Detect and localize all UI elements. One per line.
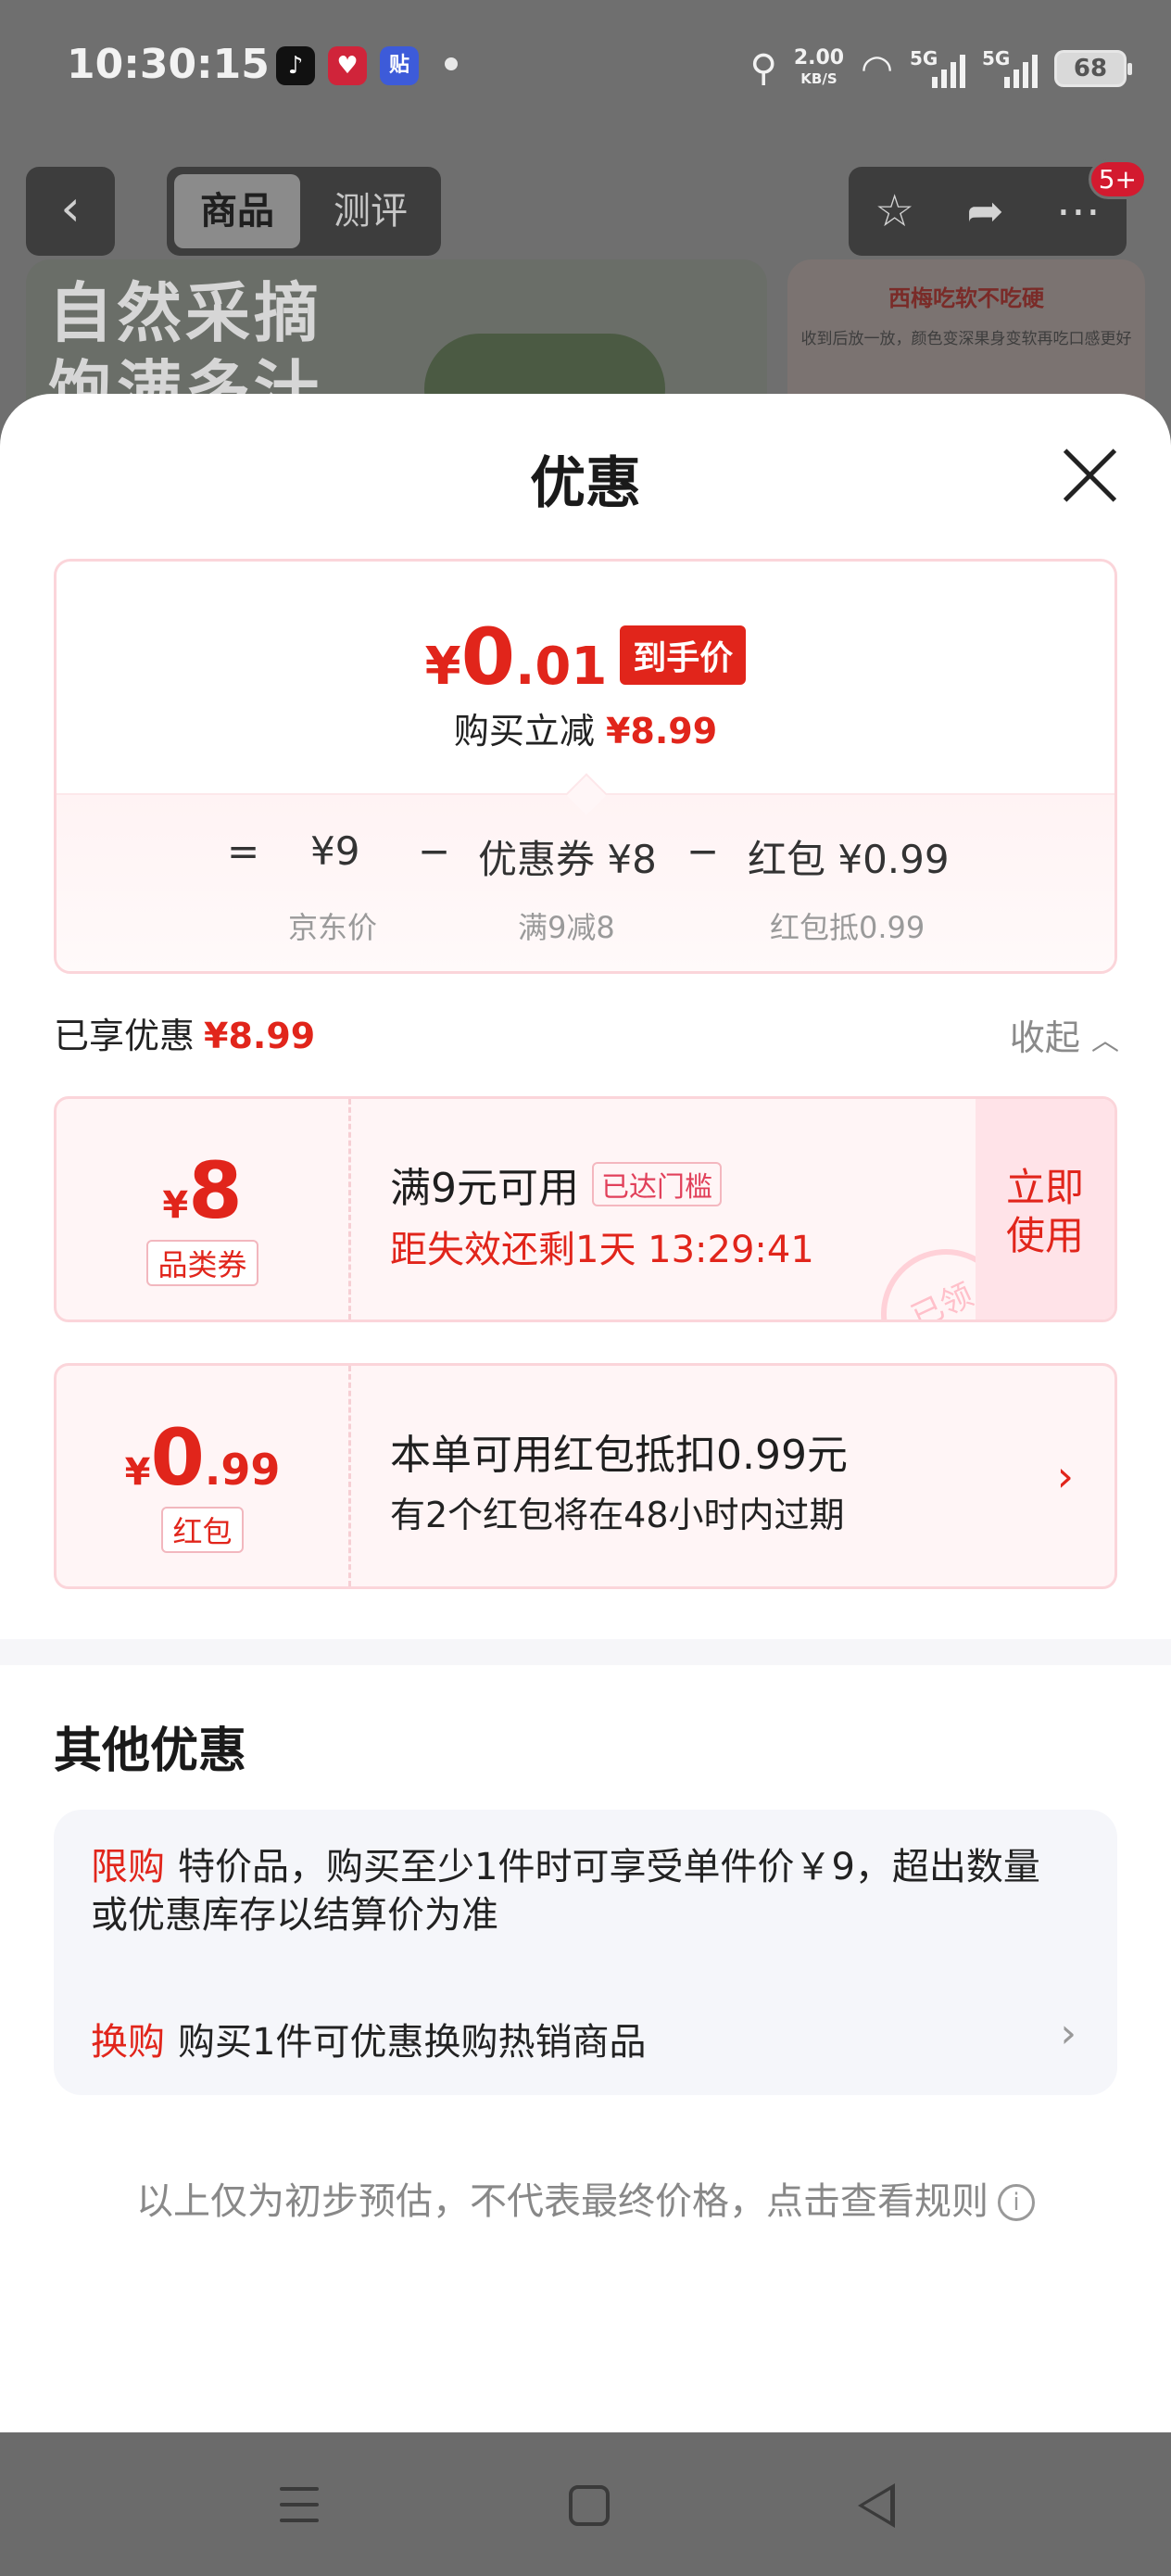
chevron-up-icon: ︿ — [1091, 1025, 1119, 1057]
formula-redpack-label: 红包抵0.99 — [770, 910, 925, 945]
side-card-subtitle: 收到后放一放，颜色变深果身变软再吃口感更好 — [800, 330, 1132, 348]
reduce-label: 购买立减 — [453, 711, 595, 751]
other-discounts-title: 其他优惠 — [54, 1724, 247, 1779]
sheet-title: 优惠 — [530, 451, 641, 516]
chevron-right-icon: › — [1056, 1451, 1074, 1501]
wifi-icon: ◠ — [861, 47, 893, 90]
final-price: ¥0.01 到手价 — [57, 612, 1114, 702]
product-top-nav: ‹ 商品 测评 ☆ ➦ ⋯ 5+ — [0, 159, 1171, 256]
redpack-amount-int: 0 — [150, 1412, 205, 1503]
formula-minus-2: − — [686, 828, 720, 874]
discount-sheet: 优惠 ¥0.01 到手价 购买立减 ¥8.99 = ¥9 − 优惠券 ¥8 − 红… — [0, 394, 1171, 2432]
side-card-title: 西梅吃软不吃硬 — [888, 285, 1044, 311]
close-icon[interactable] — [1060, 446, 1119, 505]
formula-jd-price: ¥9 — [310, 828, 360, 874]
enjoyed-discount: 已享优惠 ¥8.99 — [54, 1007, 315, 1058]
threshold-badge: 已达门槛 — [592, 1162, 722, 1206]
battery-icon: 68 — [1054, 50, 1132, 87]
toolbar: ☆ ➦ ⋯ 5+ — [849, 159, 1147, 256]
formula-coupon-label: 满9减8 — [518, 910, 615, 945]
page-tabs: 商品 测评 — [167, 167, 441, 256]
other-discounts-box: 限购 特价品，购买至少1件时可享受单件价￥9，超出数量或优惠库存以结算价为准 换购… — [54, 1810, 1117, 2095]
chevron-right-icon: › — [1060, 2010, 1077, 2057]
chevron-left-icon: ‹ — [60, 179, 81, 237]
app-paste-icon: 贴 — [380, 46, 419, 85]
signal-1-icon: 5G — [910, 47, 965, 90]
redpack-yen: ¥ — [124, 1451, 151, 1494]
final-price-tag: 到手价 — [620, 625, 747, 685]
speed-value: 2.00 — [793, 46, 845, 69]
notification-dot — [445, 57, 458, 70]
coupon-amount-value: 8 — [188, 1145, 243, 1236]
coupon-title: 满9元可用 — [390, 1165, 579, 1212]
tab-goods[interactable]: 商品 — [174, 174, 300, 248]
system-nav-bar — [0, 2433, 1171, 2576]
coupon-amount: ¥8 — [57, 1145, 348, 1236]
home-icon[interactable] — [569, 2485, 610, 2526]
collapse-button[interactable]: 收起 ︿ — [1010, 1009, 1119, 1060]
collapse-label: 收起 — [1009, 1017, 1080, 1058]
star-icon[interactable]: ☆ — [875, 185, 914, 237]
price-formula: = ¥9 − 优惠券 ¥8 − 红包 ¥0.99 京东价 满9减8 红包抵0.9… — [57, 793, 1114, 971]
price-summary-card: ¥0.01 到手价 购买立减 ¥8.99 = ¥9 − 优惠券 ¥8 − 红包 ¥… — [54, 559, 1117, 974]
swap-tag: 换购 — [91, 2021, 165, 2064]
status-time: 10:30:15 — [67, 41, 270, 88]
app-heart-icon: ♥ — [328, 46, 367, 85]
limit-tag: 限购 — [91, 1846, 165, 1888]
banner-line-1: 自然采摘 — [48, 275, 322, 351]
message-badge: 5+ — [1088, 159, 1147, 199]
reduce-value: ¥8.99 — [605, 711, 718, 751]
use-now-button[interactable]: 立即 使用 — [976, 1099, 1114, 1320]
redpack-title: 本单可用红包抵扣0.99元 — [390, 1432, 848, 1479]
coupon-type-tag: 品类券 — [146, 1240, 258, 1286]
redpack-amount: ¥0.99 — [57, 1412, 348, 1503]
formula-jd-price-label: 京东价 — [288, 910, 378, 945]
category-coupon[interactable]: ¥8 品类券 满9元可用 已达门槛 距失效还剩1天 13:29:41 已领 立即 … — [54, 1096, 1117, 1322]
section-divider — [0, 1639, 1171, 1665]
formula-minus-1: − — [418, 828, 451, 874]
final-price-dec: .01 — [515, 637, 608, 697]
tab-review[interactable]: 测评 — [308, 174, 434, 248]
coupon-countdown: 距失效还剩1天 13:29:41 — [390, 1229, 814, 1271]
tiktok-icon: ♪ — [276, 46, 315, 85]
signal-2-icon: 5G — [982, 47, 1038, 90]
network-speed: 2.00 KB/S — [794, 48, 844, 89]
recent-apps-icon[interactable] — [280, 2487, 319, 2524]
location-icon: ⚲ — [749, 47, 777, 90]
swap-text: 购买1件可优惠换购热销商品 — [178, 2021, 647, 2064]
info-icon: i — [998, 2184, 1035, 2221]
red-packet-card[interactable]: ¥0.99 红包 本单可用红包抵扣0.99元 有2个红包将在48小时内过期 › — [54, 1363, 1117, 1589]
rules-note[interactable]: 以上仅为初步预估，不代表最终价格，点击查看规则 i — [0, 2171, 1171, 2225]
formula-redpack: 红包 ¥0.99 — [748, 837, 950, 882]
coupon-yen: ¥ — [162, 1184, 189, 1227]
formula-equals: = — [227, 828, 260, 874]
redpack-amount-dec: .99 — [204, 1445, 281, 1495]
back-triangle-icon[interactable] — [858, 2483, 895, 2528]
final-price-yen: ¥ — [424, 637, 461, 697]
back-button[interactable]: ‹ — [26, 167, 115, 256]
formula-coupon: 优惠券 ¥8 — [478, 837, 657, 882]
enjoyed-label: 已享优惠 — [54, 1016, 195, 1056]
reduce-line: 购买立减 ¥8.99 — [57, 702, 1114, 753]
share-icon[interactable]: ➦ — [966, 185, 1003, 237]
status-bar: 10:30:15 ♪ ♥ 贴 ⚲ 2.00 KB/S ◠ 5G 5G 68 — [0, 0, 1171, 139]
redpack-subtitle: 有2个红包将在48小时内过期 — [390, 1495, 845, 1535]
use-now-line-1: 立即 — [1005, 1165, 1084, 1210]
redpack-type-tag: 红包 — [161, 1507, 244, 1553]
limit-text: 特价品，购买至少1件时可享受单件价￥9，超出数量或优惠库存以结算价为准 — [91, 1846, 1040, 1937]
swap-purchase-row[interactable]: 换购 购买1件可优惠换购热销商品 — [91, 2012, 646, 2065]
limit-purchase-row: 限购 特价品，购买至少1件时可享受单件价￥9，超出数量或优惠库存以结算价为准 — [91, 1843, 1054, 1939]
final-price-int: 0 — [460, 612, 516, 702]
use-now-line-2: 使用 — [1005, 1213, 1084, 1258]
rules-note-text: 以上仅为初步预估，不代表最终价格，点击查看规则 — [136, 2180, 988, 2223]
enjoyed-value: ¥8.99 — [204, 1016, 316, 1056]
speed-unit: KB/S — [800, 70, 837, 87]
